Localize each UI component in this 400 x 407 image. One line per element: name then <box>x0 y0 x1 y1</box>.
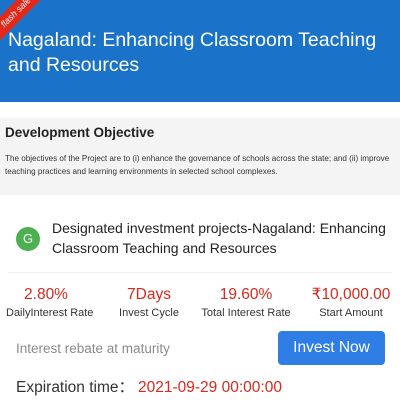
stat-label: Total Interest Rate <box>201 307 291 319</box>
development-objective-section: Development Objective The objectives of … <box>0 118 400 195</box>
project-header: flash sale Nagaland: Enhancing Classroom… <box>0 0 400 102</box>
page-title: Nagaland: Enhancing Classroom Teaching a… <box>8 29 377 76</box>
stat-label: Invest Cycle <box>119 307 179 319</box>
stat-value: ₹10,000.00 <box>311 286 391 303</box>
rebate-text: Interest rebate at maturity <box>16 341 170 356</box>
stat-total-interest-rate: 19.60% Total Interest Rate <box>192 285 300 320</box>
stat-invest-cycle: 7Days Invest Cycle <box>110 285 188 320</box>
expiration-label: Expiration time： <box>16 379 135 396</box>
objective-title: Development Objective <box>5 125 155 140</box>
stat-value: 2.80% <box>24 286 68 303</box>
stat-daily-interest-rate: 2.80% DailyInterest Rate <box>6 285 94 320</box>
expiration-time: Expiration time： 2021-09-29 00:00:00 <box>16 375 282 397</box>
project-name: Designated investment projects-Nagaland:… <box>52 220 386 256</box>
stat-value: 19.60% <box>219 286 273 303</box>
stat-label: DailyInterest Rate <box>6 307 94 319</box>
objective-text: The objectives of the Project are to (i)… <box>5 154 390 176</box>
stat-value: 7Days <box>127 286 171 303</box>
expiration-value: 2021-09-29 00:00:00 <box>138 379 282 396</box>
divider <box>8 272 392 273</box>
project-avatar-icon: G <box>16 227 40 251</box>
stat-start-amount: ₹10,000.00 Start Amount <box>303 285 399 320</box>
stat-label: Start Amount <box>319 307 383 319</box>
invest-now-button[interactable]: Invest Now <box>278 331 385 365</box>
